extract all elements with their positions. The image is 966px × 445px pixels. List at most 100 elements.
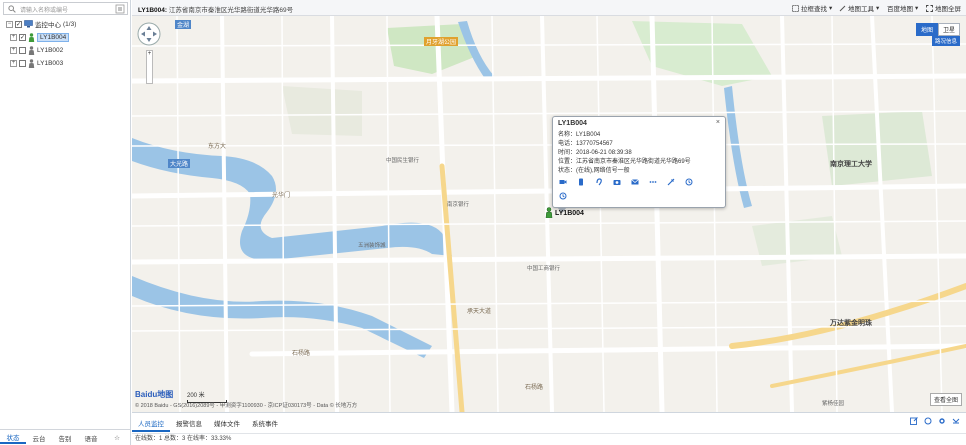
map-provider-select[interactable]: 百度地图 ▾ xyxy=(887,3,918,13)
current-address: LY1B004: 江苏省南京市秦淮区光华路街道光华路69号 xyxy=(138,4,293,14)
box-search-button[interactable]: 拉框查找 ▾ xyxy=(792,3,832,13)
camera-icon[interactable] xyxy=(613,178,621,186)
map-canvas[interactable]: 金湖 月牙湖公园 大光路 光华门 南京理工大学 万达紫金明珠 石杨路 承天大道 … xyxy=(132,16,966,412)
map-label-daguang: 大光路 xyxy=(168,159,191,168)
popup-actions xyxy=(559,178,693,186)
tab-alarm[interactable]: 告别 xyxy=(52,433,78,443)
zoom-in-icon[interactable]: + xyxy=(147,51,152,58)
tab-voice[interactable]: 语音 xyxy=(78,433,104,443)
tree-item-ly1b002[interactable]: + LY1B002 xyxy=(10,44,63,56)
tool-icon[interactable] xyxy=(667,178,675,186)
popup-status: 状态：(在线),网络信号一般 xyxy=(558,168,630,174)
search-icon xyxy=(8,5,16,13)
export-icon[interactable] xyxy=(910,417,918,425)
root-label: 监控中心 xyxy=(35,22,61,29)
map-label-jinhu: 金湖 xyxy=(175,20,192,29)
map-label-ziyang: 紫杨佳园 xyxy=(822,401,845,407)
tab-personnel-monitoring[interactable]: 人员监控 xyxy=(132,417,170,432)
map-tools-label: 地图工具 xyxy=(848,6,874,13)
item-checkbox[interactable]: ✓ xyxy=(19,33,26,41)
listen-icon[interactable] xyxy=(595,178,603,186)
settings-icon[interactable] xyxy=(938,417,946,425)
video-icon[interactable] xyxy=(559,178,567,186)
popup-name: 名称：LY1B004 xyxy=(558,132,601,138)
collapse-icon[interactable]: − xyxy=(6,20,13,28)
chevron-down-icon: ▾ xyxy=(829,5,833,12)
device-search-box[interactable]: 请输入名称或编号 xyxy=(3,2,128,15)
tree-item-ly1b004[interactable]: + ✓ LY1B004 xyxy=(10,31,70,43)
refresh-icon[interactable] xyxy=(924,417,932,425)
search-placeholder: 请输入名称或编号 xyxy=(20,8,69,14)
map-label-nanjing-bank: 南京银行 xyxy=(447,202,470,208)
minimize-icon[interactable] xyxy=(952,417,960,425)
expand-icon[interactable]: + xyxy=(10,33,17,41)
fullscreen-button[interactable]: 地图全屏 xyxy=(926,3,961,13)
map-label-icbc: 中国工商银行 xyxy=(527,266,561,272)
map-toolbar: LY1B004: 江苏省南京市秦淮区光华路街道光华路69号 拉框查找 ▾ 地图工具… xyxy=(132,0,966,16)
message-icon[interactable] xyxy=(631,178,639,186)
tools-icon xyxy=(839,5,846,11)
scale-label: 200 米 xyxy=(187,393,205,399)
map-label-park: 月牙湖公园 xyxy=(424,37,459,46)
tab-favorite[interactable]: ☆ xyxy=(104,434,130,442)
pan-control[interactable] xyxy=(137,22,161,46)
chevron-down-icon: ▾ xyxy=(876,5,880,12)
tab-status[interactable]: 状态 xyxy=(0,432,26,444)
device-tree-panel: 请输入名称或编号 − ✓ 监控中心 (1/3) + ✓ LY1B004 + LY… xyxy=(0,0,131,445)
item-checkbox[interactable] xyxy=(19,46,26,54)
map-tools-button[interactable]: 地图工具 ▾ xyxy=(839,3,879,13)
map-label-wanda: 万达紫金明珠 xyxy=(830,320,872,327)
current-device: LY1B004: xyxy=(138,7,168,14)
close-icon[interactable]: × xyxy=(716,119,720,126)
tree-root-monitoring-center[interactable]: − ✓ 监控中心 (1/3) xyxy=(6,18,76,30)
map-label-dongfang: 东方大 xyxy=(208,144,227,150)
left-panel-tabs: 状态 云台 告别 语音 ☆ xyxy=(0,429,131,445)
more-icon[interactable] xyxy=(649,178,657,186)
map-label-minsheng: 中国民生银行 xyxy=(386,158,420,164)
view-full-map-button[interactable]: 查看全图 xyxy=(929,393,962,406)
popup-location: 位置：江苏省南京市秦淮区光华路街道光华路69号 xyxy=(558,159,691,165)
map-label-university: 南京理工大学 xyxy=(830,161,872,168)
root-count: (1/3) xyxy=(63,20,77,28)
popup-phone: 电话：13770754567 xyxy=(558,141,613,147)
popup-title: LY1B004 xyxy=(558,120,587,127)
zoom-slider[interactable]: + xyxy=(146,50,153,84)
tab-alarm-info[interactable]: 报警信息 xyxy=(170,417,208,432)
root-checkbox[interactable]: ✓ xyxy=(15,20,22,28)
person-offline-icon xyxy=(28,58,35,68)
box-search-label: 拉框查找 xyxy=(801,6,827,13)
person-online-icon xyxy=(28,32,35,42)
map-type-switch: 地图 卫星 xyxy=(915,23,960,36)
expand-icon[interactable]: + xyxy=(10,59,17,67)
expand-icon[interactable]: + xyxy=(10,46,17,54)
box-select-icon xyxy=(792,4,799,12)
tree-item-ly1b003[interactable]: + LY1B003 xyxy=(10,57,63,69)
item-checkbox[interactable] xyxy=(19,59,26,67)
filter-icon[interactable] xyxy=(115,4,125,14)
map-type-satellite[interactable]: 卫星 xyxy=(937,23,960,36)
tab-ptz[interactable]: 云台 xyxy=(26,433,52,443)
tree-item-label: LY1B003 xyxy=(37,59,64,67)
map-copyright: © 2018 Baidu - GS(2016)2089号 - 甲测资字11009… xyxy=(135,403,358,409)
bottom-toolbar xyxy=(910,417,960,425)
map-provider-label: 百度地图 xyxy=(887,6,913,13)
map-label-shiyang-2: 石杨路 xyxy=(525,385,544,391)
traffic-toggle[interactable]: 路况信息 xyxy=(931,36,960,46)
tab-system-events[interactable]: 系统事件 xyxy=(246,417,284,432)
map-type-map[interactable]: 地图 xyxy=(915,23,938,36)
baidu-logo: Baidu地图 xyxy=(135,390,174,399)
history-icon[interactable] xyxy=(685,178,693,186)
device-marker-label: LY1B004 xyxy=(555,210,584,217)
bottom-panel: 人员监控 报警信息 媒体文件 系统事件 在线数：1 总数：3 在线率：33.33… xyxy=(132,412,966,445)
tab-media-files[interactable]: 媒体文件 xyxy=(208,417,246,432)
tree-item-label: LY1B002 xyxy=(37,46,64,54)
tree-item-label: LY1B004 xyxy=(37,32,70,42)
phone-icon[interactable] xyxy=(577,178,585,186)
bottom-tabs: 人员监控 报警信息 媒体文件 系统事件 xyxy=(132,417,284,432)
device-marker-icon[interactable] xyxy=(545,207,553,218)
chevron-down-icon: ▾ xyxy=(915,5,919,12)
map-label-shiyang: 石杨路 xyxy=(292,351,311,357)
person-offline-icon xyxy=(28,45,35,55)
popup-time: 时间：2018-06-21 08:39:38 xyxy=(558,150,632,156)
playback-icon[interactable] xyxy=(559,192,567,200)
